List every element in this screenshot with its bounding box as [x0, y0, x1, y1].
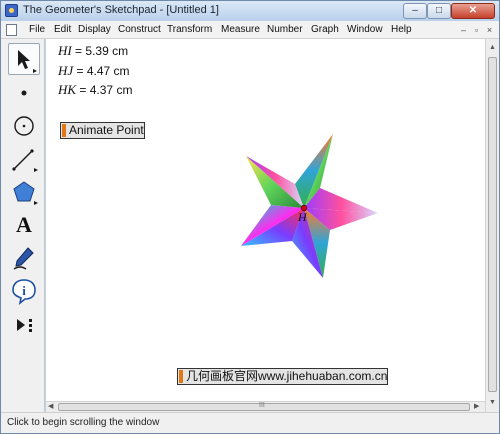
- title-bar[interactable]: The Geometer's Sketchpad - [Untitled 1] …: [1, 1, 499, 21]
- minimize-button[interactable]: –: [403, 3, 427, 19]
- menu-edit[interactable]: Edit: [54, 24, 71, 35]
- sketchpad-app-icon: [5, 4, 18, 17]
- menu-graph[interactable]: Graph: [311, 24, 339, 35]
- maximize-button[interactable]: □: [427, 3, 451, 19]
- marker-pen-icon: [13, 247, 34, 270]
- text-tool[interactable]: A: [8, 209, 40, 241]
- animate-point-button[interactable]: Animate Point: [60, 122, 145, 139]
- measurement-unit: cm: [110, 64, 130, 78]
- polygon-icon: [13, 181, 38, 205]
- text-icon: A: [16, 212, 32, 237]
- colored-star[interactable]: H: [236, 131, 386, 281]
- equals-sign: =: [76, 83, 90, 97]
- app-window: The Geometer's Sketchpad - [Untitled 1] …: [0, 0, 500, 434]
- status-bar: Click to begin scrolling the window: [1, 412, 499, 433]
- measurement-unit: cm: [108, 44, 129, 58]
- equals-sign: =: [73, 64, 87, 78]
- scroll-down-arrow-icon[interactable]: ▼: [489, 398, 496, 407]
- document-icon[interactable]: [6, 24, 17, 36]
- point-h-label: H: [297, 210, 308, 224]
- vertical-scrollbar[interactable]: ▲ ▼: [485, 39, 499, 412]
- measurement-value: 5.39: [85, 44, 109, 58]
- measurement-hk[interactable]: HK = 4.37 cm: [58, 82, 132, 98]
- sketch-canvas[interactable]: HI = 5.39 cm HJ = 4.47 cm HK = 4.37 cm A…: [46, 39, 485, 401]
- measurement-value: 4.37: [89, 83, 114, 97]
- selection-arrow-tool[interactable]: [8, 43, 40, 75]
- document-minimize-button[interactable]: –: [458, 25, 469, 36]
- scroll-left-arrow-icon[interactable]: ◀: [48, 402, 53, 411]
- measurement-unit: cm: [113, 83, 133, 97]
- toolbox: A i: [1, 39, 45, 412]
- point-tool[interactable]: [8, 77, 40, 109]
- custom-tool-icon: [17, 319, 32, 332]
- measurement-label: HI: [58, 43, 72, 58]
- close-button[interactable]: ✕: [451, 3, 495, 19]
- custom-tool[interactable]: [8, 309, 40, 341]
- marker-tool[interactable]: [8, 242, 40, 274]
- menu-number[interactable]: Number: [267, 24, 303, 35]
- equals-sign: =: [71, 44, 86, 58]
- point-icon: [21, 90, 27, 96]
- menu-bar: File Edit Display Construct Transform Me…: [1, 21, 499, 39]
- menu-file[interactable]: File: [29, 24, 45, 35]
- scroll-right-arrow-icon[interactable]: ▶: [474, 402, 479, 411]
- measurement-hi[interactable]: HI = 5.39 cm: [58, 43, 128, 59]
- menu-measure[interactable]: Measure: [221, 24, 260, 35]
- info-icon: i: [12, 279, 36, 305]
- segment-icon: [12, 149, 38, 172]
- menu-transform[interactable]: Transform: [167, 24, 212, 35]
- compass-tool[interactable]: [8, 110, 40, 142]
- window-title: The Geometer's Sketchpad - [Untitled 1]: [23, 4, 219, 16]
- circle-icon: [14, 116, 34, 136]
- document-close-button[interactable]: ×: [484, 25, 495, 36]
- polygon-tool[interactable]: [8, 176, 40, 208]
- horizontal-scrollbar[interactable]: ◀ III ▶: [46, 401, 485, 412]
- document-restore-button[interactable]: ▫: [471, 25, 482, 36]
- measurement-hj[interactable]: HJ = 4.47 cm: [58, 63, 130, 79]
- measurement-value: 4.47: [86, 64, 111, 78]
- menu-construct[interactable]: Construct: [118, 24, 161, 35]
- arrow-pointer-icon: [18, 50, 37, 73]
- menu-help[interactable]: Help: [391, 24, 412, 35]
- measurement-label: HJ: [58, 63, 74, 78]
- menu-display[interactable]: Display: [78, 24, 111, 35]
- horizontal-scroll-thumb[interactable]: III: [58, 402, 470, 411]
- vertical-scroll-thumb[interactable]: [488, 57, 497, 392]
- svg-text:i: i: [22, 283, 26, 298]
- menu-window[interactable]: Window: [347, 24, 383, 35]
- website-link-button[interactable]: 几何画板官网www.jihehuaban.com.cn: [177, 368, 389, 385]
- scroll-grip-icon: III: [259, 402, 265, 409]
- scroll-up-arrow-icon[interactable]: ▲: [489, 43, 496, 52]
- status-text: Click to begin scrolling the window: [7, 417, 160, 428]
- information-tool[interactable]: i: [8, 275, 40, 307]
- measurement-label: HK: [58, 82, 77, 97]
- straightedge-tool[interactable]: [8, 143, 40, 175]
